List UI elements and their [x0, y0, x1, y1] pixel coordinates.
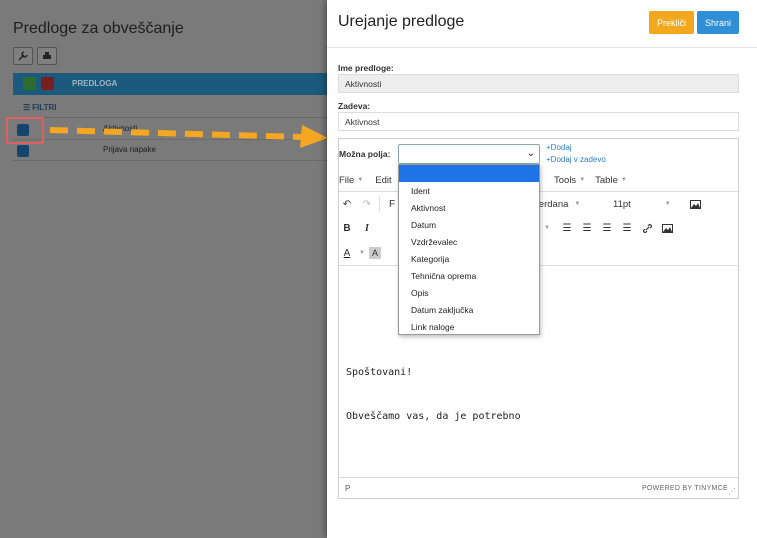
- modal-title: Urejanje predloge: [338, 13, 465, 30]
- fields-select[interactable]: ⌄: [398, 144, 540, 164]
- align-right-icon[interactable]: ☰: [619, 219, 635, 237]
- toolbar-row-3: A ▼ A: [339, 242, 381, 264]
- font-size-select[interactable]: 11pt ▼: [613, 199, 683, 210]
- indent-icon[interactable]: ☰: [579, 219, 595, 237]
- dropdown-selected-option[interactable]: [399, 165, 539, 182]
- link-icon[interactable]: [639, 219, 655, 237]
- fields-dropdown-list: Ident Aktivnost Datum Vzdrževalec Katego…: [398, 164, 540, 335]
- add-to-subject-link[interactable]: +Dodaj v zadevo: [546, 155, 606, 164]
- save-button[interactable]: Shrani: [697, 11, 739, 34]
- page-title: Predloge za obveščanje: [13, 20, 184, 37]
- redo-icon[interactable]: ↷: [359, 195, 375, 213]
- filters-button[interactable]: ☰ FILTRI: [23, 103, 56, 112]
- background-color-icon[interactable]: A: [368, 247, 381, 259]
- add-link[interactable]: +Dodaj: [546, 143, 572, 152]
- dropdown-option[interactable]: Link naloge: [399, 318, 539, 335]
- toolbar-row-1: ↶ ↷ F: [339, 193, 400, 215]
- filters-row: ☰ FILTRI: [13, 98, 327, 118]
- menu-table[interactable]: Table ▼: [595, 175, 627, 186]
- menu-file[interactable]: File ▼: [339, 175, 363, 186]
- wrench-icon[interactable]: [13, 47, 33, 65]
- name-field: Aktivnosti: [338, 74, 739, 93]
- divider: [327, 47, 757, 48]
- name-label: Ime predloge:: [338, 63, 394, 73]
- content-line[interactable]: Spoštovani!: [346, 367, 412, 378]
- bold-icon[interactable]: B: [339, 219, 355, 237]
- align-left-icon[interactable]: ☰: [599, 219, 615, 237]
- italic-icon[interactable]: I: [359, 219, 375, 237]
- cancel-button[interactable]: Prekliči: [649, 11, 694, 34]
- background-toolbar: [13, 47, 57, 65]
- list-icon: ☰: [23, 103, 31, 112]
- table-header: PREDLOGA: [13, 73, 327, 95]
- element-path[interactable]: P: [345, 484, 350, 493]
- print-icon[interactable]: [37, 47, 57, 65]
- dropdown-option[interactable]: Vzdrževalec: [399, 233, 539, 250]
- toolbar-row-2: B I: [339, 217, 375, 239]
- dropdown-option[interactable]: Ident: [399, 182, 539, 199]
- toolbar-row-2-right: ▼ ☰ ☰ ☰ ☰: [539, 217, 675, 239]
- powered-by-label[interactable]: POWERED BY TINYMCE: [642, 485, 728, 492]
- dropdown-option[interactable]: Kategorija: [399, 250, 539, 267]
- dropdown-option[interactable]: Aktivnost: [399, 199, 539, 216]
- image-icon[interactable]: [659, 219, 675, 237]
- menu-edit[interactable]: Edit: [375, 175, 391, 186]
- outdent-icon[interactable]: ☰: [559, 219, 575, 237]
- content-line[interactable]: Obveščamo vas, da je potrebno: [346, 411, 521, 422]
- filters-label: FILTRI: [32, 103, 57, 112]
- subject-field[interactable]: Aktivnost: [338, 112, 739, 131]
- text-color-icon[interactable]: A: [339, 244, 355, 262]
- dropdown-option[interactable]: Opis: [399, 284, 539, 301]
- edit-icon[interactable]: [17, 145, 29, 157]
- filter-icon[interactable]: [41, 77, 54, 90]
- resize-handle-icon[interactable]: ⋰: [728, 487, 736, 496]
- highlight-box: [6, 117, 44, 144]
- menu-tools[interactable]: Tools ▼: [554, 175, 585, 186]
- editor-menubar: File ▼ Edit: [339, 171, 392, 189]
- refresh-icon[interactable]: [23, 77, 36, 90]
- editor-menubar-right: Tools ▼ Table ▼: [554, 171, 637, 189]
- undo-icon[interactable]: ↶: [339, 195, 355, 213]
- arrow-annotation: [49, 125, 328, 148]
- editor-statusbar: P POWERED BY TINYMCE ⋰: [339, 477, 738, 498]
- text-color-caret[interactable]: ▼: [359, 250, 365, 256]
- edit-template-modal: Urejanje predloge Prekliči Shrani Ime pr…: [327, 0, 757, 538]
- dropdown-option[interactable]: Tehnična oprema: [399, 267, 539, 284]
- font-family-select[interactable]: Verdana ▼: [533, 199, 595, 210]
- column-header[interactable]: PREDLOGA: [72, 79, 117, 88]
- fields-label: Možna polja:: [339, 149, 391, 159]
- chevron-down-icon: ⌄: [526, 148, 535, 159]
- list-caret-icon[interactable]: ▼: [539, 219, 555, 237]
- subject-label: Zadeva:: [338, 101, 371, 111]
- toolbar-row-1-right: Verdana ▼ 11pt ▼: [533, 193, 703, 215]
- toolbar-separator: [379, 196, 380, 212]
- dropdown-option[interactable]: Datum zaključka: [399, 301, 539, 318]
- dropdown-option[interactable]: Datum: [399, 216, 539, 233]
- image-icon[interactable]: [687, 195, 703, 213]
